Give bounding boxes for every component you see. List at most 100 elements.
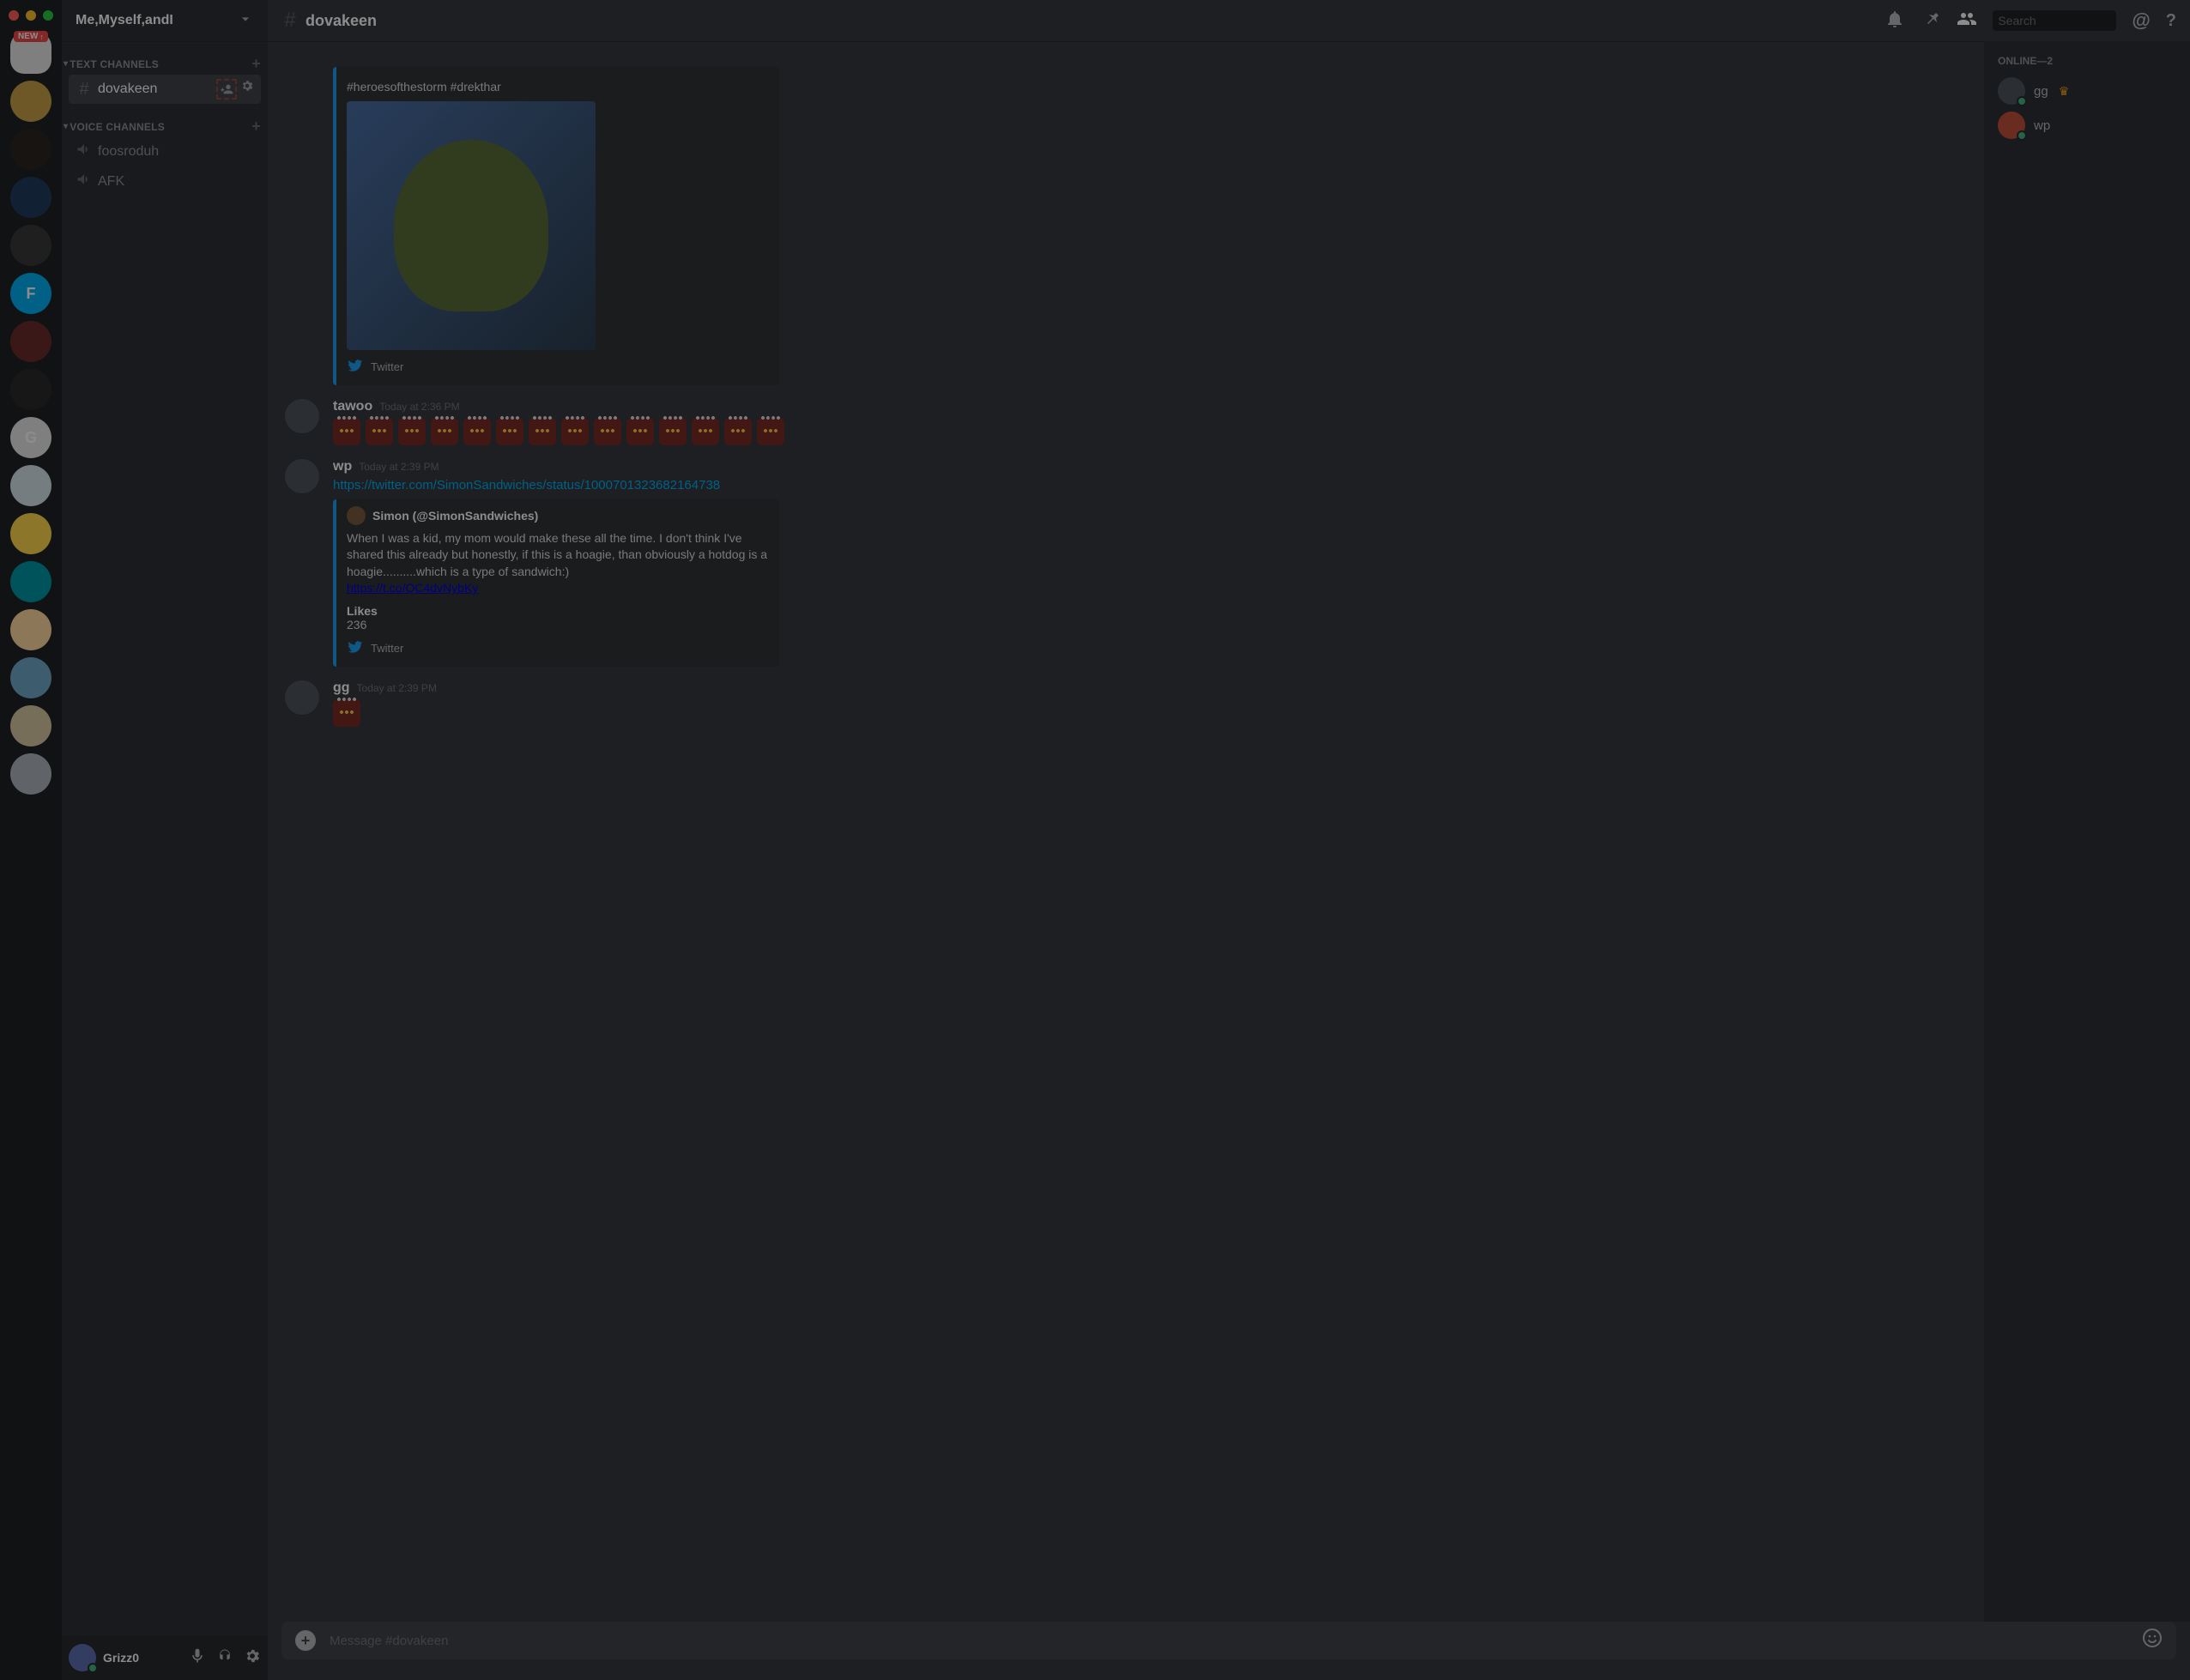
embed-field-value: 236 [347, 618, 769, 632]
add-channel-button[interactable]: + [251, 55, 261, 73]
message-body: https://twitter.com/SimonSandwiches/stat… [333, 476, 1970, 494]
server-name: Me,Myself,andI [76, 13, 173, 28]
embed-author-avatar [347, 506, 366, 525]
server-icon[interactable] [10, 321, 51, 362]
status-online-icon [88, 1663, 98, 1673]
server-owner-crown-icon: ♛ [2059, 84, 2070, 99]
message-avatar[interactable] [285, 399, 319, 433]
server-icon[interactable] [10, 561, 51, 602]
notifications-button[interactable] [1884, 9, 1905, 33]
emoji-picker-button[interactable] [2142, 1628, 2163, 1653]
embed-short-link[interactable]: https://t.co/QC4dvNybKy [347, 581, 478, 595]
help-button[interactable]: ? [2166, 11, 2176, 31]
message: gg Today at 2:39 PM [268, 674, 1984, 734]
message-composer[interactable]: + [281, 1622, 2176, 1659]
server-icon[interactable] [10, 225, 51, 266]
speaker-icon [76, 171, 93, 193]
app-root: NEW ↑FG Me,Myself,andI ▾TEXT CHANNELS+#d… [0, 0, 2190, 1680]
server-icon[interactable] [10, 753, 51, 795]
user-settings-button[interactable] [244, 1647, 261, 1669]
message-timestamp: Today at 2:36 PM [379, 401, 459, 413]
message-link[interactable]: https://twitter.com/SimonSandwiches/stat… [333, 478, 720, 493]
twitter-icon [347, 638, 364, 658]
server-icon[interactable] [10, 177, 51, 218]
embed-image[interactable] [347, 101, 596, 350]
server-icon[interactable] [10, 705, 51, 746]
add-channel-button[interactable]: + [251, 118, 261, 136]
message-author[interactable]: wp [333, 459, 352, 474]
channel-category-header[interactable]: ▾VOICE CHANNELS + [62, 118, 268, 136]
window-maximize-button[interactable] [43, 10, 53, 21]
server-icon[interactable] [10, 657, 51, 698]
attach-button[interactable]: + [295, 1630, 316, 1651]
message-author[interactable]: gg [333, 680, 350, 696]
server-icon[interactable] [10, 129, 51, 170]
twitter-embed: #heroesofthestorm #drekthar Twitter [333, 67, 779, 385]
member-item[interactable]: gg ♛ [1991, 74, 2183, 108]
category-name: TEXT CHANNELS [70, 58, 159, 70]
server-icon[interactable]: F [10, 273, 51, 314]
twitter-icon [347, 357, 364, 377]
member-item[interactable]: wp [1991, 108, 2183, 142]
message-timestamp: Today at 2:39 PM [357, 682, 437, 694]
search-box[interactable] [1993, 10, 2116, 31]
create-invite-button[interactable] [216, 79, 237, 100]
channel-settings-button[interactable] [240, 79, 254, 100]
custom-emoji [724, 418, 752, 445]
custom-emoji [431, 418, 458, 445]
server-icon[interactable] [10, 513, 51, 554]
channel-category-header[interactable]: ▾TEXT CHANNELS + [62, 55, 268, 73]
text-channel-item[interactable]: #dovakeen [69, 75, 261, 104]
server-icon[interactable] [10, 369, 51, 410]
server-icon[interactable]: G [10, 417, 51, 458]
embed-text: #heroesofthestorm #drekthar [347, 79, 769, 96]
message-input[interactable] [330, 1634, 2128, 1648]
deafen-button[interactable] [216, 1647, 233, 1669]
hash-icon: # [76, 80, 93, 100]
self-avatar[interactable] [69, 1644, 96, 1671]
server-header[interactable]: Me,Myself,andI [62, 0, 268, 41]
message-avatar[interactable] [285, 459, 319, 493]
category-name: VOICE CHANNELS [70, 121, 165, 133]
pinned-messages-button[interactable] [1921, 9, 1941, 33]
custom-emoji [594, 418, 621, 445]
custom-emoji [757, 418, 784, 445]
server-icon[interactable] [10, 465, 51, 506]
custom-emoji [398, 418, 426, 445]
hash-icon: # [281, 9, 299, 33]
mute-button[interactable] [189, 1647, 206, 1669]
message-body [333, 418, 1970, 445]
status-online-icon [2017, 130, 2027, 141]
member-name: gg [2034, 84, 2048, 99]
channel-name: foosroduh [98, 144, 159, 160]
window-minimize-button[interactable] [26, 10, 36, 21]
search-input[interactable] [1998, 14, 2153, 27]
chevron-down-icon: ▾ [64, 59, 68, 69]
message-list[interactable]: #heroesofthestorm #drekthar Twitter tawo… [268, 41, 1984, 1622]
window-traffic-lights [0, 5, 62, 26]
message: tawoo Today at 2:36 PM [268, 392, 1984, 452]
custom-emoji [496, 418, 523, 445]
channel-title: dovakeen [306, 12, 377, 30]
server-icon[interactable] [10, 609, 51, 650]
chevron-down-icon [237, 10, 254, 32]
custom-emoji [463, 418, 491, 445]
message: #heroesofthestorm #drekthar Twitter [268, 55, 1984, 392]
voice-channel-item[interactable]: AFK [69, 167, 261, 196]
custom-emoji [333, 699, 360, 727]
member-name: wp [2034, 118, 2050, 133]
server-icon[interactable] [10, 81, 51, 122]
member-list: ONLINE—2 gg ♛ wp [1984, 41, 2190, 1622]
server-list: NEW ↑FG [0, 0, 62, 1680]
message-author[interactable]: tawoo [333, 399, 372, 414]
message-timestamp: Today at 2:39 PM [359, 461, 439, 473]
mentions-button[interactable]: @ [2132, 9, 2150, 32]
member-avatar [1998, 112, 2025, 139]
channel-list: ▾TEXT CHANNELS+#dovakeen ▾VOICE CHANNELS… [62, 41, 268, 1635]
member-list-toggle[interactable] [1957, 9, 1977, 33]
chevron-down-icon: ▾ [64, 122, 68, 131]
voice-channel-item[interactable]: foosroduh [69, 137, 261, 166]
window-close-button[interactable] [9, 10, 19, 21]
twitter-embed: Simon (@SimonSandwiches) When I was a ki… [333, 499, 779, 667]
message-avatar[interactable] [285, 680, 319, 715]
